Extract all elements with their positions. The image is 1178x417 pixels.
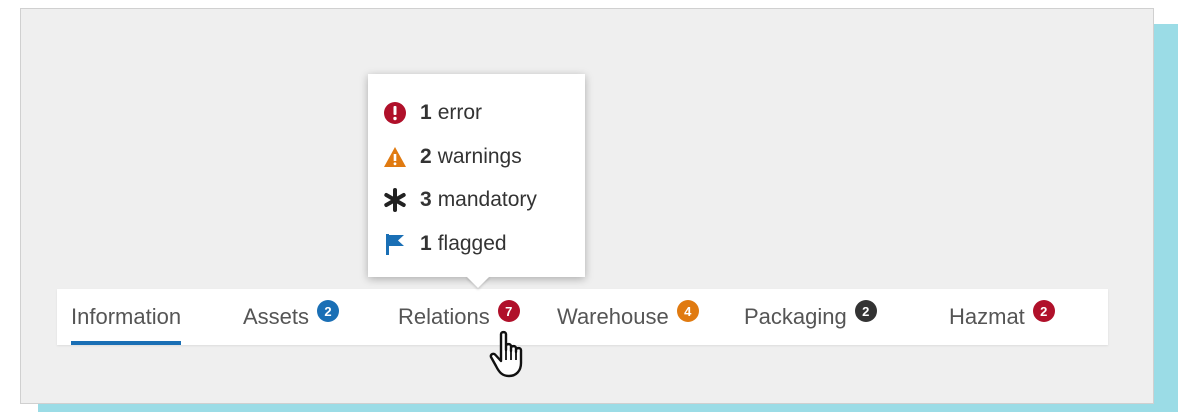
tab-information[interactable]: Information bbox=[71, 289, 182, 345]
warning-icon bbox=[382, 144, 408, 170]
tab-badge: 2 bbox=[1032, 300, 1055, 322]
asterisk-icon bbox=[382, 187, 408, 213]
hand-cursor-icon bbox=[487, 330, 537, 380]
tab-label: Hazmat bbox=[949, 304, 1025, 329]
tab-badge: 2 bbox=[854, 300, 877, 322]
tab-packaging[interactable]: Packaging 2 bbox=[744, 289, 877, 345]
tooltip-text: warnings bbox=[437, 145, 522, 168]
tab-hazmat[interactable]: Hazmat 2 bbox=[949, 289, 1055, 345]
tooltip-row-mandatory: 3 mandatory bbox=[382, 187, 537, 213]
tooltip-count: 2 bbox=[420, 145, 432, 168]
tooltip-count: 1 bbox=[420, 232, 432, 255]
tooltip-row-error: 1 error bbox=[382, 100, 482, 126]
flag-icon bbox=[382, 231, 408, 257]
error-icon bbox=[382, 100, 408, 126]
tab-badge: 2 bbox=[317, 300, 340, 322]
tooltip-text: mandatory bbox=[437, 188, 537, 211]
tab-badge: 7 bbox=[497, 300, 520, 322]
tab-label: Warehouse bbox=[557, 304, 669, 329]
tooltip-text: flagged bbox=[437, 232, 507, 255]
tooltip-row-flagged: 1 flagged bbox=[382, 231, 507, 257]
tooltip-row-warnings: 2 warnings bbox=[382, 144, 522, 170]
tab-bar: Information Assets 2 Relations 7 Warehou… bbox=[57, 289, 1108, 345]
tooltip-arrow bbox=[466, 276, 490, 288]
tab-warehouse[interactable]: Warehouse 4 bbox=[557, 289, 699, 345]
tab-label: Packaging bbox=[744, 304, 847, 329]
tooltip-count: 3 bbox=[420, 188, 432, 211]
tab-label: Relations bbox=[398, 304, 490, 329]
validation-tooltip: 1 error 2 warnings 3 mandatory 1 flagged bbox=[368, 74, 585, 288]
tab-badge: 4 bbox=[676, 300, 699, 322]
tooltip-count: 1 bbox=[420, 101, 432, 124]
tab-label: Information bbox=[71, 304, 182, 329]
tooltip-text: error bbox=[437, 101, 483, 124]
tab-assets[interactable]: Assets 2 bbox=[243, 289, 340, 345]
tab-label: Assets bbox=[243, 304, 310, 329]
